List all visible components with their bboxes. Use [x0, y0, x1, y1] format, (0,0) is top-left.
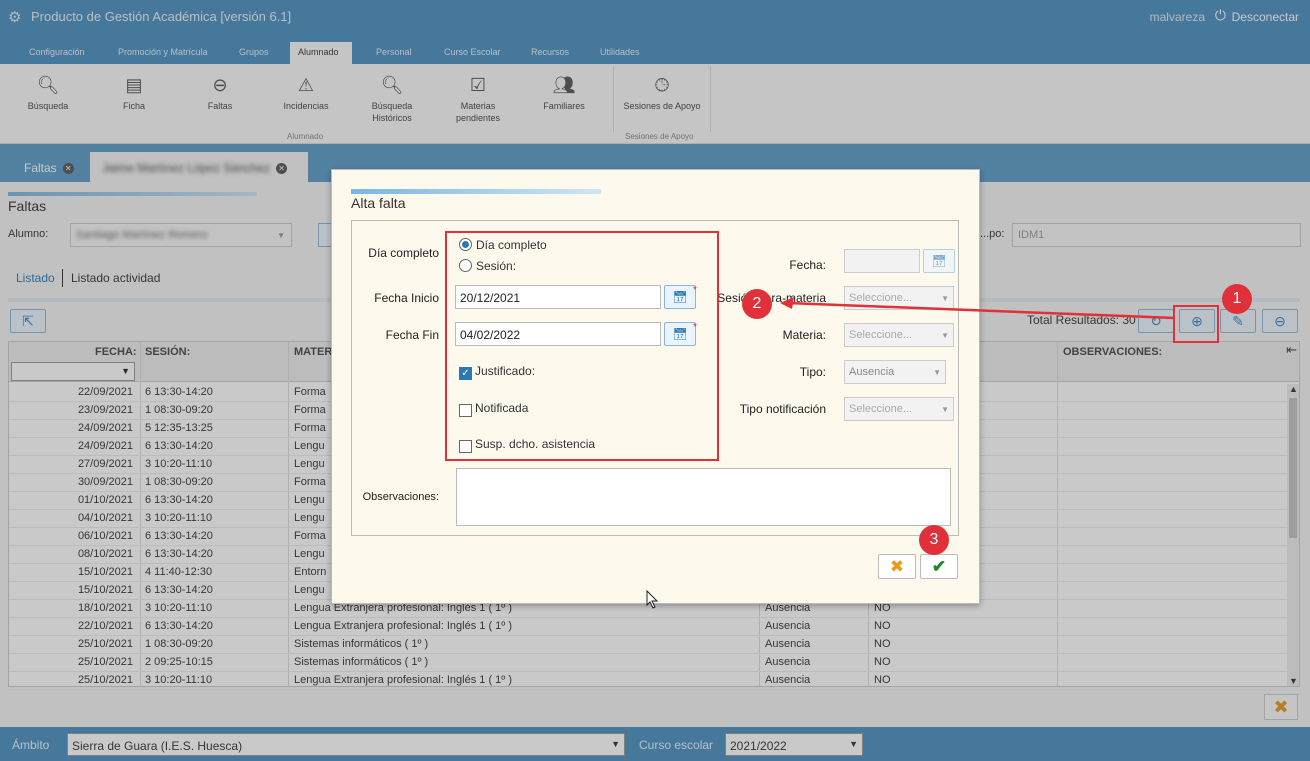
mouse-cursor-icon — [646, 590, 659, 609]
tipo-label: Tipo: — [799, 365, 826, 379]
chevron-down-icon: ▼ — [941, 405, 949, 414]
accept-button[interactable]: ✔ — [920, 554, 958, 579]
fecha-input[interactable] — [844, 249, 920, 273]
annotation-badge-2: 2 — [742, 289, 772, 319]
chevron-down-icon: ▼ — [941, 331, 949, 340]
close-icon: ✖ — [889, 557, 905, 576]
annotation-arrow — [780, 297, 1176, 320]
annotation-badge-1: 1 — [1222, 284, 1252, 314]
calendar-icon: 📅︎ — [931, 254, 947, 268]
dia-completo-label: Día completo — [368, 246, 439, 260]
check-icon: ✔ — [931, 557, 947, 576]
cancel-button[interactable]: ✖ — [878, 554, 916, 579]
dialog-title: Alta falta — [351, 195, 406, 211]
annotation-box-form — [445, 231, 719, 461]
tipo-notificacion-select[interactable]: Seleccione... ▼ — [844, 397, 954, 421]
observaciones-label: Observaciones: — [362, 491, 439, 503]
materia-label: Materia: — [782, 328, 826, 342]
fecha-label: Fecha: — [789, 258, 826, 272]
materia-select[interactable]: Seleccione... ▼ — [844, 323, 954, 347]
fecha-fin-label: Fecha Fin — [385, 328, 439, 342]
dialog-accent-bar — [351, 189, 601, 194]
fecha-inicio-label: Fecha Inicio — [374, 291, 439, 305]
chevron-down-icon: ▼ — [933, 368, 941, 377]
annotation-badge-3: 3 — [919, 525, 949, 555]
tipo-select[interactable]: Ausencia ▼ — [844, 360, 946, 384]
tipo-notificacion-label: Tipo notificación — [739, 402, 826, 416]
observaciones-textarea[interactable] — [456, 468, 951, 526]
fecha-calendar-button[interactable]: 📅︎ — [923, 249, 955, 273]
